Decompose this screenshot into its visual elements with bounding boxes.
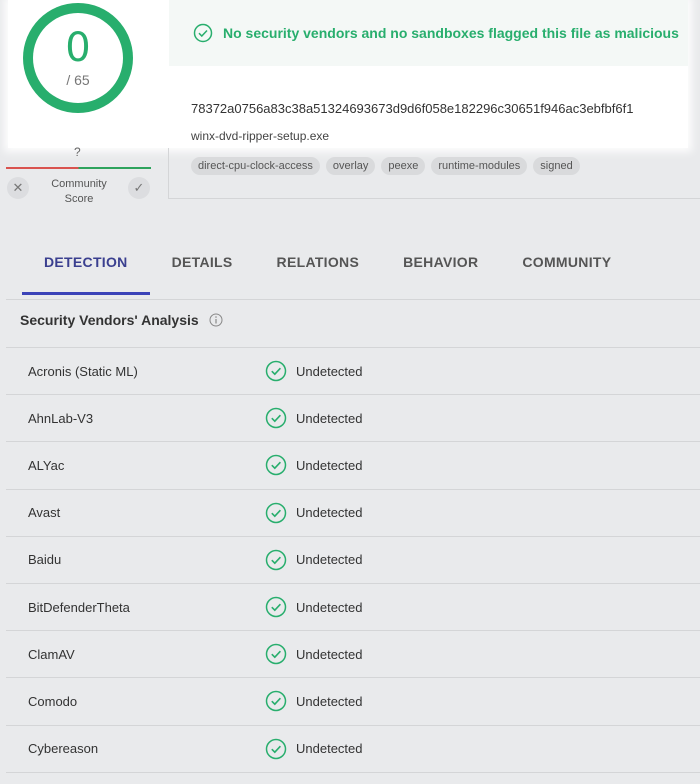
- vendor-result-text: Undetected: [296, 693, 363, 709]
- vendor-result: Undetected: [265, 502, 363, 524]
- downvote-button[interactable]: ✕: [7, 177, 29, 199]
- tab-detection[interactable]: DETECTION: [22, 240, 150, 295]
- vendor-name: ALYac: [28, 457, 65, 473]
- tag[interactable]: direct-cpu-clock-access: [191, 157, 320, 175]
- tab-relations[interactable]: RELATIONS: [255, 240, 382, 295]
- file-name: winx-dvd-ripper-setup.exe: [191, 129, 330, 143]
- table-row: BitDefenderTheta Undetected: [6, 584, 700, 632]
- vendor-result-text: Undetected: [296, 363, 363, 379]
- table-row: Baidu Undetected: [6, 537, 700, 584]
- check-circle-icon: [265, 502, 287, 523]
- tabs-divider: [6, 299, 700, 300]
- detection-score-ring: 0 / 65: [23, 3, 133, 113]
- community-score-label: Community Score: [40, 177, 118, 207]
- check-circle-icon: [193, 23, 213, 43]
- vendor-name: Comodo: [28, 693, 78, 709]
- vendor-name: Cybereason: [28, 741, 99, 757]
- vendor-result: Undetected: [265, 738, 363, 760]
- file-tags: direct-cpu-clock-access overlay peexe ru…: [191, 157, 580, 175]
- community-label-line1: Community: [51, 178, 107, 190]
- report-tabs: DETECTION DETAILS RELATIONS BEHAVIOR COM…: [22, 240, 633, 295]
- tag[interactable]: peexe: [381, 157, 426, 175]
- detection-score: 0 / 65: [33, 13, 123, 103]
- tab-behavior[interactable]: BEHAVIOR: [381, 240, 500, 295]
- detection-total: / 65: [66, 72, 90, 88]
- check-circle-icon: [265, 549, 287, 571]
- table-row: AhnLab-V3 Undetected: [6, 395, 700, 443]
- table-row: ClamAV Undetected: [6, 631, 700, 679]
- check-circle-icon: [265, 455, 287, 476]
- upvote-button[interactable]: ✓: [128, 177, 150, 199]
- vendor-name: BitDefenderTheta: [28, 599, 130, 615]
- vendor-name: AhnLab-V3: [28, 410, 94, 426]
- vendor-result-text: Undetected: [296, 552, 363, 568]
- vendor-name: Avast: [28, 505, 61, 521]
- vendor-result: Undetected: [265, 407, 363, 429]
- table-row: Acronis (Static ML) Undetected: [6, 348, 700, 396]
- vendor-result: Undetected: [265, 690, 363, 712]
- tab-details[interactable]: DETAILS: [150, 240, 255, 295]
- check-circle-icon: [265, 360, 287, 382]
- vendor-name: Acronis (Static ML): [28, 363, 138, 379]
- community-label-line2: Score: [64, 193, 94, 205]
- vendor-result-text: Undetected: [296, 599, 363, 615]
- vendor-name: ClamAV: [28, 646, 75, 662]
- tag[interactable]: overlay: [325, 157, 376, 175]
- vendor-result: Undetected: [265, 596, 363, 618]
- table-row: Comodo Undetected: [6, 678, 700, 726]
- info-icon[interactable]: [209, 313, 223, 327]
- vendors-table: Acronis (Static ML) Undetected AhnLab-V3…: [6, 347, 700, 773]
- vendor-result-text: Undetected: [296, 646, 363, 662]
- tag[interactable]: signed: [533, 157, 580, 175]
- vendor-result-text: Undetected: [296, 741, 363, 757]
- file-summary: 0 / 65 No security vendors and no sandbo…: [0, 0, 700, 205]
- vendor-result: Undetected: [265, 643, 363, 665]
- table-row: Cybereason Undetected: [6, 726, 700, 773]
- vendor-result-text: Undetected: [296, 457, 363, 473]
- community-score-bar: [6, 167, 151, 169]
- divider: [168, 198, 700, 199]
- community-score-value: ?: [74, 145, 81, 159]
- tab-community[interactable]: COMMUNITY: [500, 240, 633, 295]
- check-circle-icon: [265, 738, 287, 759]
- vendor-result-text: Undetected: [296, 410, 363, 426]
- detection-count: 0: [65, 25, 91, 71]
- section-title-text: Security Vendors' Analysis: [20, 312, 199, 328]
- table-row: ALYac Undetected: [6, 442, 700, 490]
- clean-banner-text: No security vendors and no sandboxes fla…: [223, 25, 679, 41]
- table-row: Avast Undetected: [6, 490, 700, 537]
- vendor-name: Baidu: [28, 552, 62, 568]
- check-circle-icon: [265, 643, 287, 665]
- vendor-result-text: Undetected: [296, 505, 363, 521]
- vendor-result: Undetected: [265, 360, 363, 382]
- clean-banner: No security vendors and no sandboxes fla…: [169, 0, 688, 66]
- file-hash[interactable]: 78372a0756a83c38a51324693673d9d6f058e182…: [191, 101, 633, 116]
- check-circle-icon: [265, 596, 287, 618]
- divider: [168, 148, 169, 198]
- tag[interactable]: runtime-modules: [431, 157, 528, 175]
- vendor-result: Undetected: [265, 454, 363, 476]
- vendor-result: Undetected: [265, 549, 363, 571]
- check-circle-icon: [265, 691, 287, 712]
- check-circle-icon: [265, 408, 287, 429]
- section-title: Security Vendors' Analysis: [20, 312, 223, 328]
